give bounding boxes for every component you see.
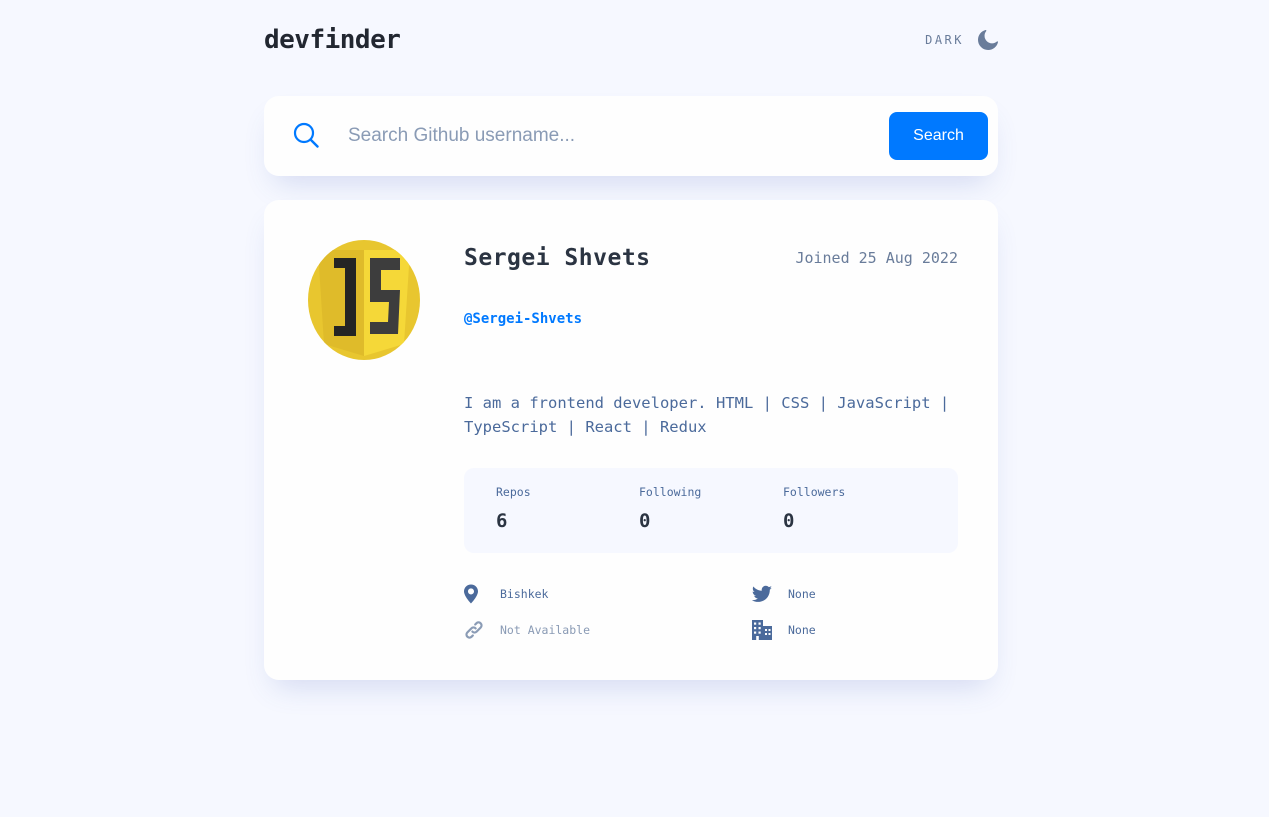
link-icon [465, 621, 483, 639]
theme-toggle[interactable]: DARK [925, 28, 998, 52]
stat-value: 0 [783, 510, 795, 532]
app-logo: devfinder [264, 25, 401, 55]
blog-link-text: Not Available [500, 623, 591, 637]
avatar [308, 240, 420, 360]
info-location: Bishkek [464, 582, 548, 606]
stat-value: 0 [639, 510, 651, 532]
theme-toggle-label: DARK [925, 33, 964, 47]
app: devfinder DARK Search Github username...… [264, 0, 998, 680]
twitter-text: None [788, 587, 816, 601]
header: devfinder DARK [264, 0, 998, 96]
profile-login-link[interactable]: @Sergei-Shvets [464, 311, 582, 327]
profile-bio: I am a frontend developer. HTML | CSS | … [464, 394, 950, 436]
stat-label: Repos [496, 485, 531, 499]
search-bar: Search [264, 96, 998, 176]
search-icon [293, 122, 319, 148]
profile-card: Sergei Shvets Joined 25 Aug 2022 @Sergei… [264, 200, 998, 680]
stat-label: Following [639, 485, 702, 499]
stat-followers: Followers 0 [783, 485, 845, 532]
stat-repos: Repos 6 [496, 485, 531, 532]
location-pin-icon [464, 584, 478, 604]
company-text: None [788, 623, 816, 637]
stat-value: 6 [496, 510, 508, 532]
moon-icon [978, 30, 998, 50]
info-blog[interactable]: Not Available [464, 618, 590, 642]
profile-name: Sergei Shvets [464, 245, 651, 271]
search-button[interactable]: Search [889, 112, 988, 160]
stat-label: Followers [783, 485, 846, 499]
stats-panel: Repos 6 Following 0 Followers 0 [464, 468, 958, 553]
joined-date: Joined 25 Aug 2022 [795, 249, 958, 267]
building-icon [752, 620, 772, 640]
info-twitter: None [752, 582, 816, 606]
location-text: Bishkek [500, 587, 549, 601]
search-input[interactable] [348, 116, 868, 156]
stat-following: Following 0 [639, 485, 701, 532]
info-company: None [752, 618, 816, 642]
twitter-icon [752, 585, 772, 602]
